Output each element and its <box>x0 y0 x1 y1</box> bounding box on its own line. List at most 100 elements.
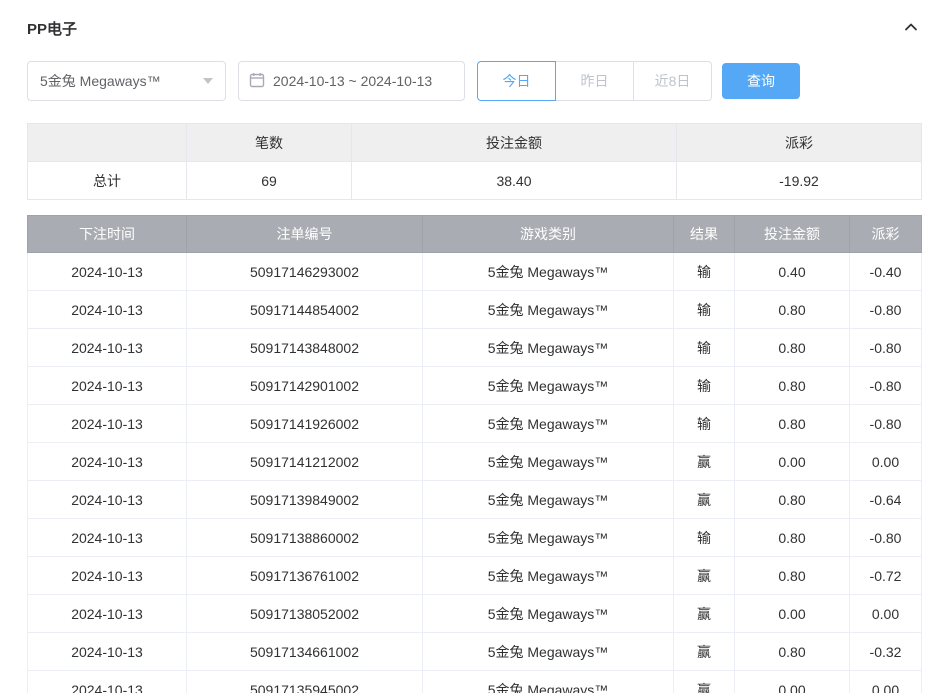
bet-table-body: 2024-10-13509171462930025金兔 Megaways™输0.… <box>28 253 922 693</box>
result-cell: 输 <box>674 291 735 329</box>
result-cell: 赢 <box>674 481 735 519</box>
column-header-game-type-cell: 游戏类别 <box>423 216 674 253</box>
yesterday-button[interactable]: 昨日 <box>555 61 634 101</box>
bet-amount-cell: 0.00 <box>735 671 850 693</box>
bet-id-cell: 50917138860002 <box>187 519 423 557</box>
result-cell: 输 <box>674 253 735 291</box>
payout-cell: -0.32 <box>850 633 922 671</box>
table-row: 2024-10-13509171438480025金兔 Megaways™输0.… <box>28 329 922 367</box>
game-type-cell: 5金兔 Megaways™ <box>423 405 674 443</box>
result-cell: 输 <box>674 519 735 557</box>
bet-time-cell: 2024-10-13 <box>28 367 187 405</box>
bet-time-cell: 2024-10-13 <box>28 519 187 557</box>
bet-time-cell: 2024-10-13 <box>28 253 187 291</box>
bet-time-cell: 2024-10-13 <box>28 557 187 595</box>
filter-bar: 5金兔 Megaways™ 2024-10-13 ~ 2024-10-13 今日… <box>27 61 921 101</box>
result-cell: 输 <box>674 329 735 367</box>
today-button[interactable]: 今日 <box>477 61 556 101</box>
last-8-days-button[interactable]: 近8日 <box>633 61 712 101</box>
payout-cell: 0.00 <box>850 595 922 633</box>
bet-time-cell: 2024-10-13 <box>28 481 187 519</box>
summary-total-label: 总计 <box>28 162 187 200</box>
table-row: 2024-10-13509171448540025金兔 Megaways™输0.… <box>28 291 922 329</box>
column-header-bet-amount-cell: 投注金额 <box>735 216 850 253</box>
bet-id-cell: 50917141212002 <box>187 443 423 481</box>
bet-amount-cell: 0.00 <box>735 595 850 633</box>
column-header-payout-cell: 派彩 <box>850 216 922 253</box>
bet-time-cell: 2024-10-13 <box>28 633 187 671</box>
bet-amount-cell: 0.80 <box>735 519 850 557</box>
summary-header-count: 笔数 <box>187 124 352 162</box>
page-title: PP电子 <box>27 18 77 39</box>
chevron-down-icon <box>203 78 213 84</box>
table-row: 2024-10-13509171412120025金兔 Megaways™赢0.… <box>28 443 922 481</box>
bet-time-cell: 2024-10-13 <box>28 595 187 633</box>
bet-id-cell: 50917144854002 <box>187 291 423 329</box>
bet-table-header-row: 下注时间注单编号游戏类别结果投注金额派彩 <box>28 216 922 253</box>
date-range-input[interactable]: 2024-10-13 ~ 2024-10-13 <box>238 61 465 101</box>
chevron-up-icon <box>903 19 919 38</box>
bet-time-cell: 2024-10-13 <box>28 329 187 367</box>
bet-id-cell: 50917136761002 <box>187 557 423 595</box>
game-select-value: 5金兔 Megaways™ <box>40 71 161 91</box>
payout-cell: -0.64 <box>850 481 922 519</box>
collapse-panel-button[interactable] <box>901 19 921 39</box>
bet-amount-cell: 0.80 <box>735 329 850 367</box>
search-button[interactable]: 查询 <box>722 63 800 99</box>
bet-id-cell: 50917135945002 <box>187 671 423 693</box>
bet-amount-cell: 0.80 <box>735 633 850 671</box>
result-cell: 输 <box>674 367 735 405</box>
bet-amount-cell: 0.80 <box>735 481 850 519</box>
game-type-cell: 5金兔 Megaways™ <box>423 443 674 481</box>
column-header-bet-id-cell: 注单编号 <box>187 216 423 253</box>
bet-amount-cell: 0.00 <box>735 443 850 481</box>
pp-electronic-panel: PP电子 5金兔 Megaways™ 2024-10-13 ~ 2024-10-… <box>0 0 948 693</box>
bet-amount-cell: 0.40 <box>735 253 850 291</box>
bet-time-cell: 2024-10-13 <box>28 671 187 693</box>
bet-amount-cell: 0.80 <box>735 367 850 405</box>
table-row: 2024-10-13509171388600025金兔 Megaways™输0.… <box>28 519 922 557</box>
game-type-cell: 5金兔 Megaways™ <box>423 329 674 367</box>
panel-header: PP电子 <box>27 18 921 39</box>
bet-amount-cell: 0.80 <box>735 557 850 595</box>
game-type-cell: 5金兔 Megaways™ <box>423 557 674 595</box>
bet-id-cell: 50917141926002 <box>187 405 423 443</box>
result-cell: 赢 <box>674 671 735 693</box>
payout-cell: -0.80 <box>850 291 922 329</box>
result-cell: 赢 <box>674 443 735 481</box>
payout-cell: -0.72 <box>850 557 922 595</box>
bet-amount-cell: 0.80 <box>735 405 850 443</box>
game-type-cell: 5金兔 Megaways™ <box>423 481 674 519</box>
table-row: 2024-10-13509171462930025金兔 Megaways™输0.… <box>28 253 922 291</box>
table-row: 2024-10-13509171359450025金兔 Megaways™赢0.… <box>28 671 922 693</box>
table-row: 2024-10-13509171429010025金兔 Megaways™输0.… <box>28 367 922 405</box>
quick-range-button-group: 今日 昨日 近8日 <box>477 61 712 101</box>
game-type-cell: 5金兔 Megaways™ <box>423 367 674 405</box>
payout-cell: -0.80 <box>850 405 922 443</box>
column-header-bet-time-cell: 下注时间 <box>28 216 187 253</box>
bet-records-table: 下注时间注单编号游戏类别结果投注金额派彩 2024-10-13509171462… <box>27 215 922 693</box>
summary-header-payout: 派彩 <box>677 124 922 162</box>
payout-cell: 0.00 <box>850 671 922 693</box>
game-type-cell: 5金兔 Megaways™ <box>423 291 674 329</box>
result-cell: 赢 <box>674 633 735 671</box>
game-select[interactable]: 5金兔 Megaways™ <box>27 61 226 101</box>
summary-table: 笔数 投注金额 派彩 总计 69 38.40 -19.92 <box>27 123 922 200</box>
bet-id-cell: 50917139849002 <box>187 481 423 519</box>
result-cell: 赢 <box>674 595 735 633</box>
summary-header-row: 笔数 投注金额 派彩 <box>28 124 922 162</box>
table-row: 2024-10-13509171419260025金兔 Megaways™输0.… <box>28 405 922 443</box>
game-type-cell: 5金兔 Megaways™ <box>423 595 674 633</box>
bet-id-cell: 50917138052002 <box>187 595 423 633</box>
table-row: 2024-10-13509171380520025金兔 Megaways™赢0.… <box>28 595 922 633</box>
summary-payout-value: -19.92 <box>677 162 922 200</box>
bet-amount-cell: 0.80 <box>735 291 850 329</box>
game-type-cell: 5金兔 Megaways™ <box>423 671 674 693</box>
payout-cell: -0.80 <box>850 519 922 557</box>
bet-time-cell: 2024-10-13 <box>28 291 187 329</box>
summary-count-value: 69 <box>187 162 352 200</box>
game-type-cell: 5金兔 Megaways™ <box>423 253 674 291</box>
payout-cell: -0.80 <box>850 367 922 405</box>
payout-cell: 0.00 <box>850 443 922 481</box>
table-row: 2024-10-13509171367610025金兔 Megaways™赢0.… <box>28 557 922 595</box>
